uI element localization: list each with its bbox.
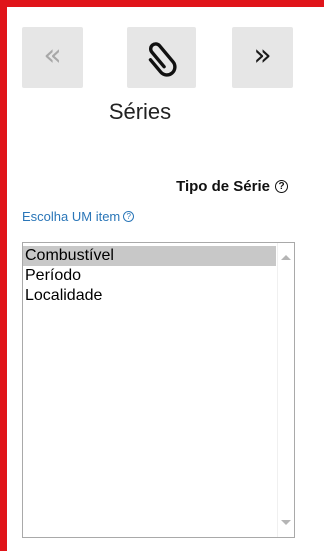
- series-type-text: Tipo de Série: [176, 178, 270, 195]
- section-title: Séries: [108, 99, 172, 124]
- scroll-down-arrow-icon[interactable]: [281, 520, 291, 525]
- scroll-up-arrow-icon[interactable]: [281, 255, 291, 260]
- double-chevron-left-icon: «: [43, 37, 62, 73]
- help-icon[interactable]: ?: [123, 211, 135, 222]
- choose-hint: Escolha UM item ?: [22, 209, 135, 224]
- double-chevron-right-icon: »: [253, 37, 272, 73]
- choose-hint-text: Escolha UM item: [22, 209, 121, 224]
- listbox-items: Combustível Período Localidade: [23, 246, 276, 306]
- list-item[interactable]: Localidade: [23, 286, 276, 306]
- series-type-listbox[interactable]: Combustível Período Localidade: [22, 242, 295, 538]
- red-frame-left: [0, 0, 7, 551]
- previous-button[interactable]: «: [22, 27, 83, 88]
- listbox-scrollbar[interactable]: [277, 243, 294, 537]
- series-type-label: Tipo de Série ?: [176, 178, 288, 195]
- paperclip-icon: [148, 41, 177, 77]
- next-button[interactable]: »: [232, 27, 293, 88]
- list-item[interactable]: Combustível: [23, 246, 276, 266]
- help-icon[interactable]: ?: [275, 180, 288, 193]
- list-item[interactable]: Período: [23, 266, 276, 286]
- red-frame-top: [0, 0, 324, 7]
- attach-button[interactable]: [127, 27, 196, 88]
